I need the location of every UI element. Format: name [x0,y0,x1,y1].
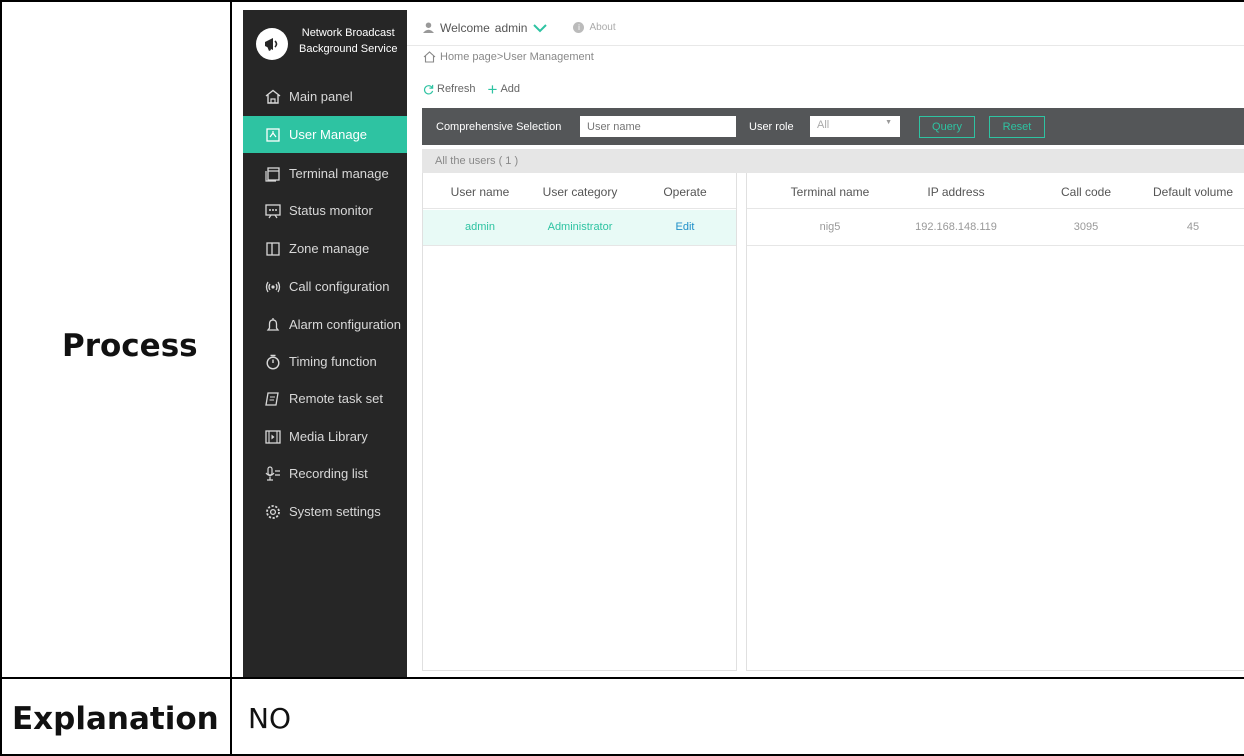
table-row[interactable]: admin Administrator Edit [423,210,736,246]
sidebar: Network Broadcast Background Service Mai… [243,10,407,677]
sidebar-item-media-library[interactable]: Media Library [243,418,407,455]
process-label: Process [62,328,198,364]
col-terminal-name[interactable]: Terminal name [791,185,870,199]
current-user[interactable]: admin [495,21,528,35]
zone-icon [265,241,281,257]
query-button[interactable]: Query [919,116,975,138]
user-icon [423,22,434,33]
sidebar-item-label: Alarm configuration [289,317,401,332]
refresh-button[interactable]: Refresh [423,83,476,95]
bell-icon [265,317,281,333]
sidebar-item-zone-manage[interactable]: Zone manage [243,230,407,267]
username-search-input[interactable] [580,116,736,137]
sidebar-item-call-configuration[interactable]: Call configuration [243,268,407,305]
breadcrumb-text: Home page>User Management [440,51,594,63]
filter-title: Comprehensive Selection [436,120,562,133]
users-table: User name User category Operate admin Ad… [422,173,737,671]
brand-line-2: Background Service [299,43,398,55]
sidebar-item-recording-list[interactable]: Recording list [243,455,407,492]
add-label: Add [500,83,521,95]
table-border-row [0,677,1244,679]
col-operate[interactable]: Operate [663,185,706,199]
sidebar-item-main-panel[interactable]: Main panel [243,78,407,115]
cell-terminal-name: nig5 [819,221,841,233]
terminal-icon [265,166,281,182]
sidebar-item-user-manage[interactable]: User Manage [243,116,407,153]
col-user-name[interactable]: User name [451,185,510,199]
refresh-label: Refresh [437,83,476,95]
sidebar-item-system-settings[interactable]: System settings [243,493,407,530]
sidebar-item-label: Remote task set [289,391,383,406]
col-ip-address[interactable]: IP address [927,185,984,199]
home-icon[interactable] [423,51,436,63]
terminals-table-header: Terminal name IP address Call code Defau… [747,173,1244,209]
user-manage-icon [265,127,281,143]
sidebar-item-remote-task-set[interactable]: Remote task set [243,380,407,417]
sidebar-item-label: System settings [289,504,381,519]
col-call-code[interactable]: Call code [1061,185,1111,199]
col-default-volume[interactable]: Default volume [1153,185,1233,199]
col-user-category[interactable]: User category [543,185,618,199]
microphone-icon [265,465,281,482]
broadcast-icon [265,279,281,295]
sidebar-item-status-monitor[interactable]: Status monitor [243,192,407,229]
sidebar-item-label: Media Library [289,429,368,444]
sidebar-item-label: Status monitor [289,203,373,218]
refresh-icon [423,84,434,95]
reset-button[interactable]: Reset [989,116,1045,138]
sidebar-item-label: Terminal manage [289,166,389,181]
chevron-down-icon[interactable] [533,23,548,33]
terminals-table: Terminal name IP address Call code Defau… [746,173,1244,671]
user-role-label: User role [749,120,794,133]
sidebar-item-terminal-manage[interactable]: Terminal manage [243,155,407,192]
explanation-value: NO [248,702,291,735]
edit-link[interactable]: Edit [676,221,695,233]
cell-ip-address: 192.168.148.119 [915,221,997,233]
explanation-label: Explanation [12,701,219,737]
all-users-header: All the users ( 1 ) [422,149,1244,173]
media-icon [265,429,281,445]
user-role-value: All [817,119,830,131]
user-role-select[interactable]: All ▼ [810,116,900,137]
task-icon [265,391,281,407]
table-border-col [230,0,232,756]
add-button[interactable]: + Add [487,79,521,99]
main-content: Welcome admin i About Home page>User Man… [407,10,1244,677]
sidebar-item-label: User Manage [289,127,368,142]
cell-user-name: admin [465,221,495,233]
home-icon [265,89,281,105]
sidebar-item-label: Main panel [289,89,353,104]
welcome-text: Welcome [440,20,490,35]
table-border-top [0,0,1244,2]
toolbar: Refresh + Add [423,79,521,99]
gear-icon [265,504,281,520]
breadcrumb: Home page>User Management [423,51,594,63]
info-icon: i [573,22,585,33]
dropdown-arrow-icon: ▼ [885,119,892,126]
monitor-icon [265,203,281,219]
timer-icon [265,354,281,370]
about-label: About [589,22,616,33]
sidebar-item-label: Call configuration [289,279,390,294]
document-table: Process Explanation NO Network Broadcast… [0,0,1244,756]
plus-icon: + [487,79,498,99]
sidebar-item-label: Recording list [289,466,368,481]
table-row[interactable]: nig5 192.168.148.119 3095 45 [747,210,1244,246]
cell-user-category: Administrator [547,221,613,233]
sidebar-item-timing-function[interactable]: Timing function [243,343,407,380]
users-table-header: User name User category Operate [423,173,736,209]
app-screenshot: Network Broadcast Background Service Mai… [243,10,1244,677]
sidebar-item-alarm-configuration[interactable]: Alarm configuration [243,306,407,343]
cell-default-volume: 45 [1186,221,1200,233]
filter-bar: Comprehensive Selection User role All ▼ … [422,108,1244,145]
megaphone-logo-icon [256,28,288,60]
sidebar-item-label: Zone manage [289,241,370,256]
brand-name: Network Broadcast Background Service [299,25,397,57]
brand-line-1: Network Broadcast [301,27,395,39]
about-link[interactable]: i About [573,22,616,33]
sidebar-item-label: Timing function [289,354,377,369]
top-bar: Welcome admin i About [407,10,1244,46]
cell-call-code: 3095 [1073,221,1099,233]
table-border-left [0,0,2,756]
